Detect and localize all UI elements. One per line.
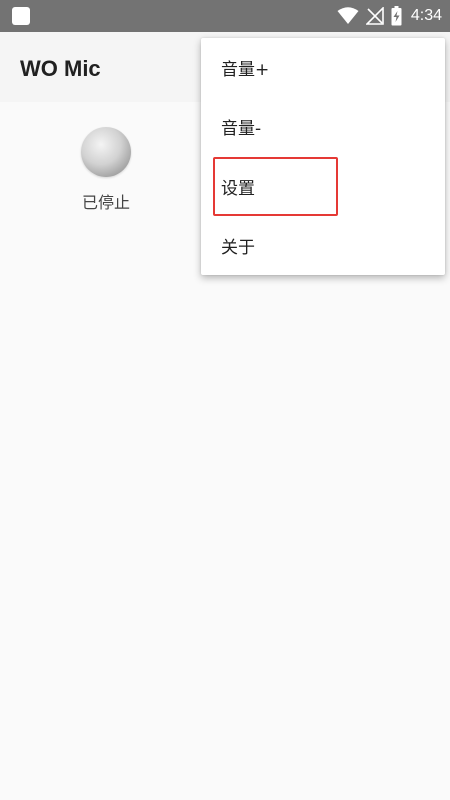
notification-square-icon <box>12 7 30 25</box>
menu-item-volume-down[interactable]: 音量- <box>201 97 445 156</box>
wifi-icon <box>337 7 359 24</box>
menu-item-about[interactable]: 关于 <box>201 216 445 275</box>
settings-highlight-box <box>213 157 338 216</box>
status-bar: 4:34 <box>0 0 450 32</box>
battery-charging-icon <box>391 6 402 26</box>
no-signal-icon <box>365 7 384 25</box>
status-bar-right: 4:34 <box>337 0 442 32</box>
connection-status-indicator[interactable] <box>81 127 131 177</box>
overflow-menu: 音量+ 音量- 设置 关于 <box>201 38 445 275</box>
connection-status-label: 已停止 <box>81 193 130 212</box>
app-title: WO Mic <box>20 56 101 81</box>
menu-item-volume-up[interactable]: 音量+ <box>201 38 445 97</box>
clock: 4:34 <box>410 7 442 24</box>
